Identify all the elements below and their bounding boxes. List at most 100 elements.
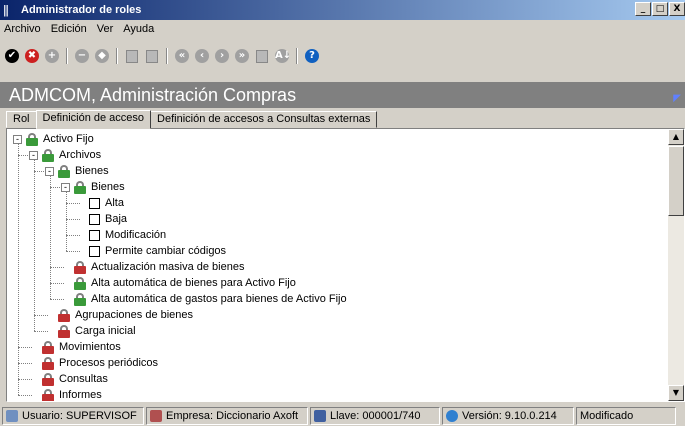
- user-icon: [6, 410, 18, 422]
- print-button[interactable]: [143, 47, 161, 65]
- locked-icon: [41, 372, 55, 386]
- help-button[interactable]: ?: [303, 47, 321, 65]
- locked-icon: [41, 388, 55, 401]
- locked-icon: [73, 260, 87, 274]
- tree-node[interactable]: - Activo Fijo: [13, 131, 94, 147]
- locked-icon: [57, 308, 71, 322]
- toolbar-separator: [166, 48, 168, 64]
- status-version: Versión: 9.10.0.214: [442, 407, 574, 425]
- add-button[interactable]: +: [43, 47, 61, 65]
- tree-node[interactable]: Carga inicial: [45, 323, 136, 339]
- menu-bar: Archivo Edición Ver Ayuda: [0, 20, 164, 38]
- tree-node-label: Alta automática de bienes para Activo Fi…: [91, 277, 296, 289]
- tab-strip: Rol Definición de acceso Definición de a…: [6, 109, 378, 129]
- tab-definicion-acceso[interactable]: Definición de acceso: [35, 110, 152, 129]
- tree-node-label: Alta: [105, 197, 124, 209]
- last-button[interactable]: »: [233, 47, 251, 65]
- document-button[interactable]: [123, 47, 141, 65]
- tree-node[interactable]: Informes: [29, 387, 102, 401]
- collapse-icon[interactable]: -: [13, 134, 22, 144]
- tree-guide: [66, 192, 67, 251]
- tree-node[interactable]: - Archivos: [29, 147, 101, 163]
- remove-icon: −: [75, 49, 89, 63]
- permission-checkbox[interactable]: [89, 245, 100, 257]
- module-title: ADMCOM, Administración Compras: [9, 85, 297, 105]
- access-tree[interactable]: - Activo Fijo - Archivos - Bienes - Bienes Alta B…: [7, 129, 669, 401]
- app-icon: ǁ: [3, 3, 9, 17]
- confirm-button[interactable]: ✔: [3, 47, 21, 65]
- scroll-up-button[interactable]: ▲: [668, 129, 684, 145]
- status-key: Llave: 000001/740: [310, 407, 440, 425]
- status-bar: Usuario: SUPERVISOF Empresa: Diccionario…: [0, 406, 685, 426]
- grid-button[interactable]: [253, 47, 271, 65]
- tree-node-label: Archivos: [59, 149, 102, 161]
- unlocked-icon: [73, 180, 87, 194]
- permission-checkbox[interactable]: [89, 213, 100, 225]
- toolbar-separator: [296, 48, 298, 64]
- unlocked-icon: [41, 148, 55, 162]
- add-icon: +: [45, 49, 59, 63]
- tree-node[interactable]: Alta automática de bienes para Activo Fi…: [61, 275, 296, 291]
- maximize-button[interactable]: □: [652, 2, 668, 16]
- unlocked-icon: [73, 292, 87, 306]
- menu-edicion[interactable]: Edición: [51, 23, 87, 35]
- window-title: Administrador de roles: [21, 4, 142, 16]
- tree-node-label: Bienes: [91, 181, 125, 193]
- tree-node[interactable]: Alta automática de gastos para bienes de…: [61, 291, 347, 307]
- tree-node-label: Permite cambiar códigos: [105, 245, 227, 257]
- tree-node[interactable]: Agrupaciones de bienes: [45, 307, 193, 323]
- window-controls: _ □ X: [635, 2, 685, 16]
- tab-consultas-externas[interactable]: Definición de accesos a Consultas extern…: [150, 111, 378, 128]
- tree-node[interactable]: Permite cambiar códigos: [77, 243, 226, 259]
- scroll-down-button[interactable]: ▼: [668, 385, 684, 401]
- locked-icon: [57, 324, 71, 338]
- tree-node[interactable]: Baja: [77, 211, 127, 227]
- document-icon: [126, 49, 138, 63]
- title-bar[interactable]: ǁ Administrador de roles _ □ X: [0, 0, 685, 20]
- collapse-icon[interactable]: -: [61, 182, 70, 192]
- close-button[interactable]: X: [669, 2, 685, 16]
- permission-checkbox[interactable]: [89, 197, 100, 209]
- sort-button[interactable]: A↓: [273, 47, 291, 65]
- company-icon: [150, 410, 162, 422]
- previous-button[interactable]: ‹: [193, 47, 211, 65]
- menu-archivo[interactable]: Archivo: [4, 23, 41, 35]
- tree-node[interactable]: - Bienes: [45, 163, 109, 179]
- first-button[interactable]: «: [173, 47, 191, 65]
- tree-node[interactable]: Procesos periódicos: [29, 355, 158, 371]
- cancel-button[interactable]: ✖: [23, 47, 41, 65]
- application-window: ǁ Administrador de roles _ □ X Archivo E…: [0, 0, 685, 426]
- tree-node-label: Consultas: [59, 373, 108, 385]
- tree-node-label: Alta automática de gastos para bienes de…: [91, 293, 347, 305]
- grid-icon: [256, 49, 268, 63]
- access-tree-panel: - Activo Fijo - Archivos - Bienes - Bienes Alta B…: [6, 128, 685, 402]
- collapse-icon[interactable]: -: [45, 166, 54, 176]
- tree-node[interactable]: Movimientos: [29, 339, 121, 355]
- status-state: Modificado: [576, 407, 676, 425]
- menu-ayuda[interactable]: Ayuda: [123, 23, 154, 35]
- clear-button[interactable]: ◆: [93, 47, 111, 65]
- permission-checkbox[interactable]: [89, 229, 100, 241]
- tree-node[interactable]: Alta: [77, 195, 124, 211]
- menu-ver[interactable]: Ver: [97, 23, 114, 35]
- info-icon: [446, 410, 458, 422]
- tree-node[interactable]: Consultas: [29, 371, 108, 387]
- minimize-button[interactable]: _: [635, 2, 651, 16]
- tree-node[interactable]: Actualización masiva de bienes: [61, 259, 244, 275]
- status-key-text: Llave: 000001/740: [330, 410, 421, 422]
- cancel-icon: ✖: [25, 49, 39, 63]
- tree-guide: [50, 176, 51, 299]
- collapse-icon[interactable]: -: [29, 150, 38, 160]
- tab-rol[interactable]: Rol: [6, 111, 37, 128]
- status-company: Empresa: Diccionario Axoft: [146, 407, 308, 425]
- tree-node[interactable]: - Bienes: [61, 179, 125, 195]
- toolbar-separator: [66, 48, 68, 64]
- remove-button[interactable]: −: [73, 47, 91, 65]
- status-user: Usuario: SUPERVISOF: [2, 407, 144, 425]
- vertical-scrollbar[interactable]: ▲ ▼: [668, 129, 684, 401]
- tree-node[interactable]: Modificación: [77, 227, 166, 243]
- scroll-thumb[interactable]: [668, 146, 684, 216]
- unlocked-icon: [25, 132, 39, 146]
- toolbar: ✔ ✖ + − ◆ « ‹ › » A↓?: [0, 38, 685, 74]
- next-button[interactable]: ›: [213, 47, 231, 65]
